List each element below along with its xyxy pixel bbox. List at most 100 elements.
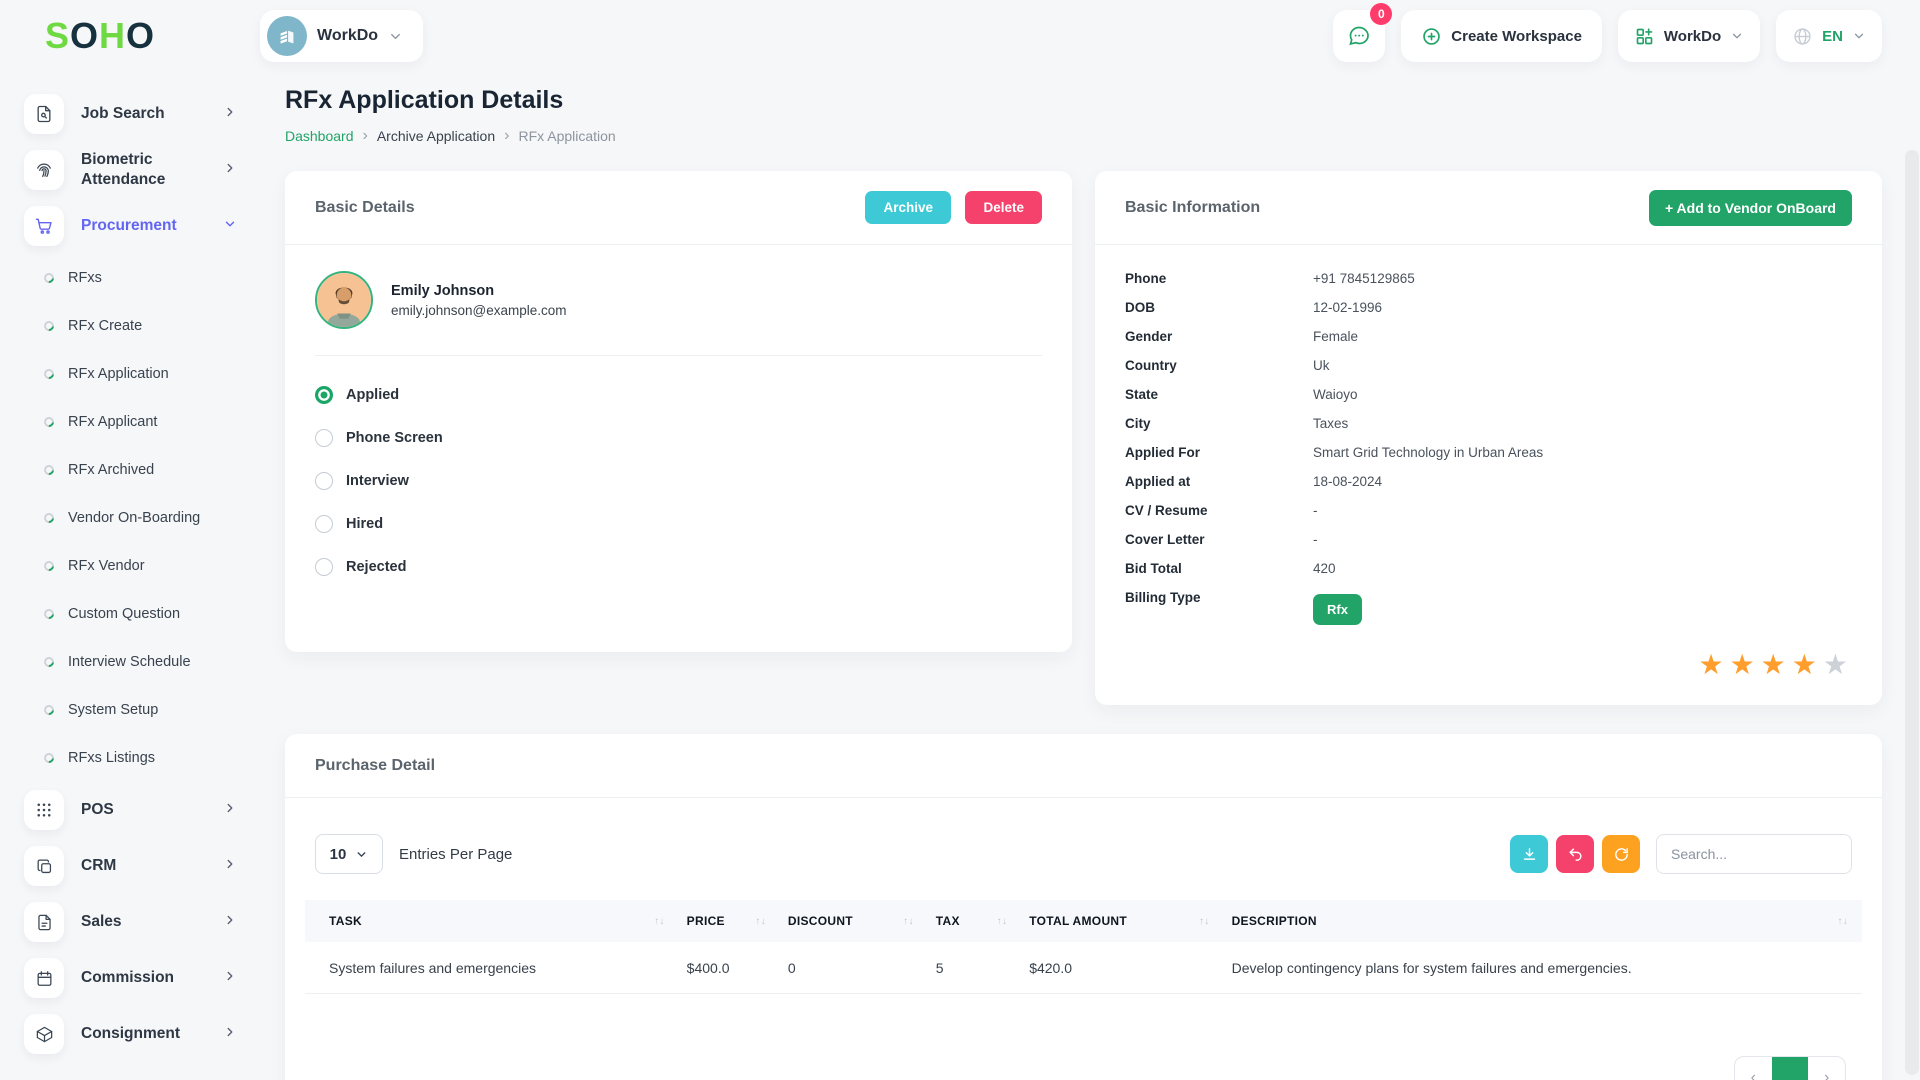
sidebar-item-procurement[interactable]: Procurement xyxy=(24,198,260,254)
breadcrumb-current: RFx Application xyxy=(518,128,615,144)
cell-description: Develop contingency plans for system fai… xyxy=(1224,960,1862,976)
sidebar-item-rfxs[interactable]: RFxs xyxy=(24,254,260,302)
field-label: Applied For xyxy=(1125,445,1313,463)
sidebar-item-rfx-application[interactable]: RFx Application xyxy=(24,350,260,398)
sidebar-item-biometric-attendance[interactable]: Biometric Attendance xyxy=(24,142,260,198)
sort-icon[interactable]: ↑↓ xyxy=(755,916,766,927)
breadcrumb-archive-application[interactable]: Archive Application xyxy=(377,128,495,144)
field-label: Phone xyxy=(1125,271,1313,289)
sidebar-item-label: CRM xyxy=(81,856,199,876)
status-radio-hired[interactable]: Hired xyxy=(315,515,1042,533)
sidebar-item-sales[interactable]: Sales xyxy=(24,894,260,950)
pagination-prev-button[interactable]: ‹ xyxy=(1735,1057,1772,1080)
field-label: Cover Letter xyxy=(1125,532,1313,550)
sidebar-item-rfx-vendor[interactable]: RFx Vendor xyxy=(24,542,260,590)
field-value: - xyxy=(1313,532,1318,550)
pagination-page-1[interactable] xyxy=(1772,1057,1809,1080)
bullet-ring-icon xyxy=(42,271,56,285)
sidebar-item-commission[interactable]: Commission xyxy=(24,950,260,1006)
sidebar-item-custom-question[interactable]: Custom Question xyxy=(24,590,260,638)
messages-badge: 0 xyxy=(1370,3,1392,25)
sort-icon[interactable]: ↑↓ xyxy=(903,916,914,927)
breadcrumb: Dashboard › Archive Application › RFx Ap… xyxy=(285,127,1882,145)
applicant-name: Emily Johnson xyxy=(391,283,567,299)
cell-discount: 0 xyxy=(780,960,928,976)
bullet-ring-icon xyxy=(42,703,56,717)
sort-icon[interactable]: ↑↓ xyxy=(997,916,1008,927)
column-header-task[interactable]: TASK↑↓ xyxy=(305,914,679,928)
reset-button[interactable] xyxy=(1556,835,1594,873)
sidebar-item-pos[interactable]: POS xyxy=(24,782,260,838)
workspace-switcher[interactable]: WorkDo xyxy=(260,10,423,62)
sidebar: Job Search Biometric Attendance Procurem… xyxy=(0,72,260,1080)
star-icon[interactable]: ★ xyxy=(1823,649,1854,680)
status-radio-interview[interactable]: Interview xyxy=(315,472,1042,490)
export-download-button[interactable] xyxy=(1510,835,1548,873)
column-header-description[interactable]: DESCRIPTION↑↓ xyxy=(1224,914,1862,928)
sidebar-item-rfx-applicant[interactable]: RFx Applicant xyxy=(24,398,260,446)
scrollbar[interactable] xyxy=(1905,150,1919,1075)
sidebar-item-interview-schedule[interactable]: Interview Schedule xyxy=(24,638,260,686)
table-header-row: TASK↑↓ PRICE↑↓ DISCOUNT↑↓ TAX↑↓ TOTAL AM… xyxy=(305,900,1862,942)
sidebar-item-crm[interactable]: CRM xyxy=(24,838,260,894)
column-header-tax[interactable]: TAX↑↓ xyxy=(928,914,1021,928)
undo-icon xyxy=(1567,846,1584,863)
star-icon[interactable]: ★ xyxy=(1761,649,1792,680)
sidebar-item-rfx-archived[interactable]: RFx Archived xyxy=(24,446,260,494)
radio-icon xyxy=(315,429,333,447)
column-header-discount[interactable]: DISCOUNT↑↓ xyxy=(780,914,928,928)
sort-icon[interactable]: ↑↓ xyxy=(654,916,665,927)
entries-per-page-select[interactable]: 10 xyxy=(315,834,383,874)
radio-label: Applied xyxy=(346,387,399,403)
bullet-ring-icon xyxy=(42,511,56,525)
add-to-vendor-onboard-button[interactable]: + Add to Vendor OnBoard xyxy=(1649,190,1852,226)
breadcrumb-dashboard[interactable]: Dashboard xyxy=(285,128,354,144)
sidebar-item-rfx-create[interactable]: RFx Create xyxy=(24,302,260,350)
sidebar-item-consignment[interactable]: Consignment xyxy=(24,1006,260,1062)
basic-information-title: Basic Information xyxy=(1125,199,1260,217)
sidebar-item-vendor-on-boarding[interactable]: Vendor On-Boarding xyxy=(24,494,260,542)
chevron-down-icon xyxy=(1730,29,1744,43)
field-value: 420 xyxy=(1313,561,1336,579)
sidebar-subitem-label: RFx Vendor xyxy=(68,558,145,574)
star-icon[interactable]: ★ xyxy=(1792,649,1823,680)
archive-button[interactable]: Archive xyxy=(865,191,951,224)
download-icon xyxy=(1521,846,1538,863)
field-value: 12-02-1996 xyxy=(1313,300,1382,318)
chevron-right-icon xyxy=(223,105,237,124)
rating-stars[interactable]: ★★★★★ xyxy=(1698,648,1854,681)
star-icon[interactable]: ★ xyxy=(1698,649,1729,680)
field-label: Billing Type xyxy=(1125,590,1313,625)
workspace-menu-button[interactable]: WorkDo xyxy=(1618,10,1760,62)
sidebar-item-job-search[interactable]: Job Search xyxy=(24,86,260,142)
logo-letter: H xyxy=(99,15,126,56)
messages-button[interactable]: 0 xyxy=(1333,10,1385,62)
grid-plus-icon xyxy=(1634,26,1655,47)
column-header-total-amount[interactable]: TOTAL AMOUNT↑↓ xyxy=(1021,914,1223,928)
field-value: +91 7845129865 xyxy=(1313,271,1415,289)
field-value: 18-08-2024 xyxy=(1313,474,1382,492)
language-selector[interactable]: EN xyxy=(1776,10,1882,62)
sidebar-subitem-label: System Setup xyxy=(68,702,158,718)
sidebar-item-rfxs-listings[interactable]: RFxs Listings xyxy=(24,734,260,782)
status-radio-phone-screen[interactable]: Phone Screen xyxy=(315,429,1042,447)
column-header-price[interactable]: PRICE↑↓ xyxy=(679,914,780,928)
status-radio-applied[interactable]: Applied xyxy=(315,386,1042,404)
search-input[interactable] xyxy=(1656,834,1852,874)
sort-icon[interactable]: ↑↓ xyxy=(1199,916,1210,927)
basic-information-fields: Phone+91 7845129865 DOB12-02-1996 Gender… xyxy=(1095,245,1882,625)
pagination: ‹ › xyxy=(1734,1056,1846,1080)
fingerprint-icon xyxy=(24,150,64,190)
radio-icon xyxy=(315,472,333,490)
sort-icon[interactable]: ↑↓ xyxy=(1837,916,1848,927)
status-radio-rejected[interactable]: Rejected xyxy=(315,558,1042,576)
refresh-button[interactable] xyxy=(1602,835,1640,873)
bullet-ring-icon xyxy=(42,751,56,765)
sidebar-item-system-setup[interactable]: System Setup xyxy=(24,686,260,734)
create-workspace-button[interactable]: Create Workspace xyxy=(1401,10,1602,62)
main-content: RFx Application Details Dashboard › Arch… xyxy=(260,72,1920,1080)
sidebar-subitem-label: RFxs Listings xyxy=(68,750,155,766)
pagination-next-button[interactable]: › xyxy=(1808,1057,1845,1080)
delete-button[interactable]: Delete xyxy=(965,191,1042,224)
star-icon[interactable]: ★ xyxy=(1730,649,1761,680)
